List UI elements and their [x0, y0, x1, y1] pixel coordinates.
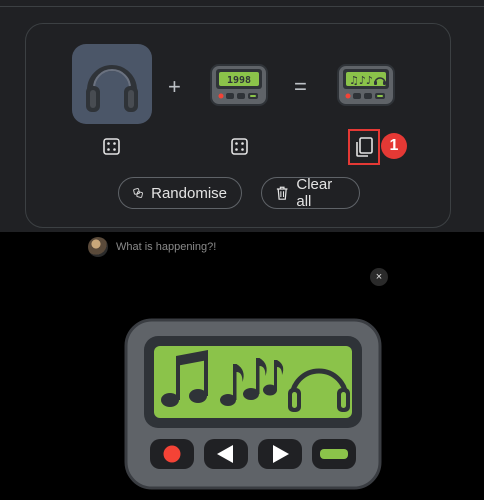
avatar [88, 237, 108, 257]
music-pager-large-icon [124, 318, 382, 490]
step-badge: 1 [381, 133, 407, 159]
copy-button[interactable] [348, 129, 380, 165]
headphones-slot[interactable] [72, 44, 152, 124]
dice-icon [231, 138, 248, 155]
svg-text:♫♪♪: ♫♪♪ [349, 74, 373, 87]
pager-slot[interactable]: 1998 [210, 64, 268, 111]
randomise-input-one-button[interactable] [103, 138, 120, 160]
pager-screen-text: 1998 [227, 75, 251, 86]
dice-icon [103, 138, 120, 155]
trash-icon [276, 186, 288, 200]
randomise-button[interactable]: Randomise [118, 177, 242, 209]
shuffle-dice-icon [133, 188, 143, 198]
divider [0, 6, 484, 7]
close-button[interactable]: × [370, 268, 388, 286]
headphones-icon [86, 65, 138, 112]
status-message: What is happening?! [116, 241, 217, 253]
result-slot: ♫♪♪ [337, 64, 395, 111]
equals-sign: = [294, 74, 307, 99]
clear-all-label: Clear all [296, 176, 333, 210]
plus-sign: + [168, 74, 181, 99]
pager-icon: 1998 [210, 64, 268, 106]
music-pager-icon: ♫♪♪ [337, 64, 395, 106]
copy-icon [356, 137, 373, 157]
randomise-input-two-button[interactable] [231, 138, 248, 160]
randomise-label: Randomise [151, 184, 227, 202]
result-preview [124, 318, 382, 495]
close-icon: × [375, 271, 383, 283]
clear-all-button[interactable]: Clear all [261, 176, 360, 210]
status-row: What is happening?! [88, 237, 216, 257]
